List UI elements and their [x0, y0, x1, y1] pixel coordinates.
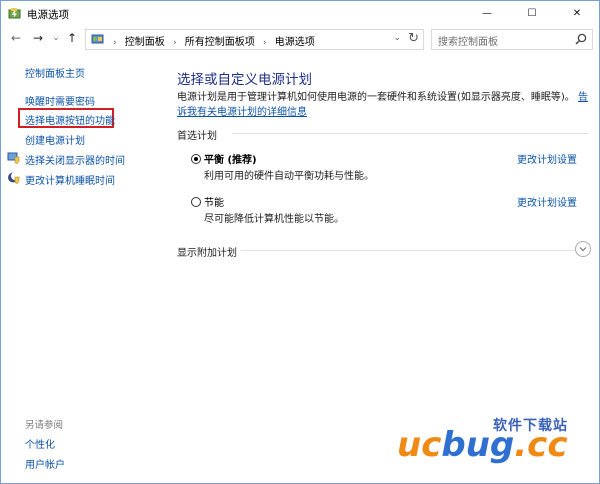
sleep-time-link[interactable]: 更改计算机睡眠时间: [25, 172, 115, 187]
moon-shield-icon: [8, 172, 20, 184]
breadcrumb-separator-icon: ›: [262, 38, 267, 48]
up-button[interactable]: ↑: [65, 30, 79, 46]
description-text: 电源计划是用于管理计算机如何使用电源的一套硬件和系统设置(如显示器亮度、睡眠等)…: [177, 92, 575, 103]
minimize-button[interactable]: —: [465, 1, 509, 26]
forward-button[interactable]: →: [31, 30, 45, 46]
back-arrow-icon: ←: [10, 31, 22, 45]
search-input[interactable]: 搜索控制面板: [438, 33, 498, 48]
forward-arrow-icon: →: [32, 31, 44, 45]
power-saver-change-settings-link[interactable]: 更改计划设置: [517, 194, 577, 209]
chevron-down-icon: ⌄: [52, 33, 60, 43]
balanced-change-settings-link[interactable]: 更改计划设置: [517, 151, 577, 166]
chevron-down-icon: [579, 247, 587, 252]
balanced-plan-radio[interactable]: [191, 154, 201, 164]
power-saver-plan-description: 尽可能降低计算机性能以节能。: [204, 214, 344, 225]
window-title: 电源选项: [27, 9, 69, 21]
balanced-plan-name[interactable]: 平衡 (推荐): [204, 151, 257, 166]
breadcrumb-item-control-panel[interactable]: 控制面板: [125, 33, 165, 48]
monitor-shield-icon: [7, 152, 20, 164]
page-description: 电源计划是用于管理计算机如何使用电源的一套硬件和系统设置(如显示器亮度、睡眠等)…: [177, 90, 589, 120]
show-additional-plans-label[interactable]: 显示附加计划: [177, 244, 237, 259]
site-watermark: 软件下载站 ucbug.cc: [397, 411, 597, 481]
power-options-window: 电源选项 — ☐ ✕ ← → ⌄ ↑ › 控制面板 › 所有控制面板项 › 电源…: [0, 0, 600, 484]
breadcrumb-item-all-items[interactable]: 所有控制面板项: [185, 33, 255, 48]
power-options-app-icon: [8, 8, 21, 19]
watermark-logo: ucbug.cc: [397, 425, 568, 465]
section-divider: [241, 250, 575, 251]
left-pane: 控制面板主页 唤醒时需要密码 选择电源按钮的功能 创建电源计划 选择关闭显示器的…: [1, 51, 161, 483]
wake-password-link[interactable]: 唤醒时需要密码: [25, 93, 95, 108]
section-divider: [232, 133, 588, 134]
search-box[interactable]: 搜索控制面板: [431, 29, 593, 50]
personalization-link[interactable]: 个性化: [25, 436, 55, 451]
back-button[interactable]: ←: [9, 30, 23, 46]
maximize-icon: ☐: [527, 8, 537, 19]
preferred-plans-label: 首选计划: [177, 131, 217, 142]
title-bar[interactable]: 电源选项 — ☐ ✕: [1, 1, 599, 26]
address-dropdown-icon[interactable]: ⌄: [393, 33, 401, 43]
display-off-time-link[interactable]: 选择关闭显示器的时间: [25, 152, 125, 167]
control-panel-icon: [91, 34, 104, 44]
recent-locations-button[interactable]: ⌄: [49, 30, 63, 46]
power-saver-plan-name[interactable]: 节能: [204, 194, 224, 209]
control-panel-home-link[interactable]: 控制面板主页: [25, 65, 85, 80]
breadcrumb-item-power-options[interactable]: 电源选项: [275, 33, 315, 48]
breadcrumb-separator-icon: ›: [172, 38, 177, 48]
see-also-label: 另请参阅: [25, 420, 64, 431]
navigation-bar: ← → ⌄ ↑ › 控制面板 › 所有控制面板项 › 电源选项 ⌄ ↻ 搜索控制…: [1, 26, 599, 51]
refresh-icon[interactable]: ↻: [408, 31, 419, 46]
power-saver-plan-radio[interactable]: [191, 197, 201, 207]
balanced-plan-description: 利用可用的硬件自动平衡功耗与性能。: [204, 171, 374, 182]
power-button-function-link[interactable]: 选择电源按钮的功能: [25, 112, 115, 127]
address-bar[interactable]: › 控制面板 › 所有控制面板项 › 电源选项 ⌄ ↻: [85, 29, 424, 50]
create-power-plan-link[interactable]: 创建电源计划: [25, 132, 85, 147]
expand-plans-button[interactable]: [575, 241, 591, 257]
user-accounts-link[interactable]: 用户帐户: [25, 456, 65, 471]
close-icon: ✕: [572, 8, 582, 19]
breadcrumb-separator-icon: ›: [113, 38, 117, 48]
up-arrow-icon: ↑: [66, 31, 78, 45]
close-button[interactable]: ✕: [555, 1, 599, 26]
page-title: 选择或自定义电源计划: [177, 72, 312, 88]
minimize-icon: —: [482, 8, 492, 19]
maximize-button[interactable]: ☐: [510, 1, 554, 26]
search-icon[interactable]: [575, 33, 587, 45]
breadcrumb: › 控制面板 › 所有控制面板项 › 电源选项: [108, 33, 315, 48]
